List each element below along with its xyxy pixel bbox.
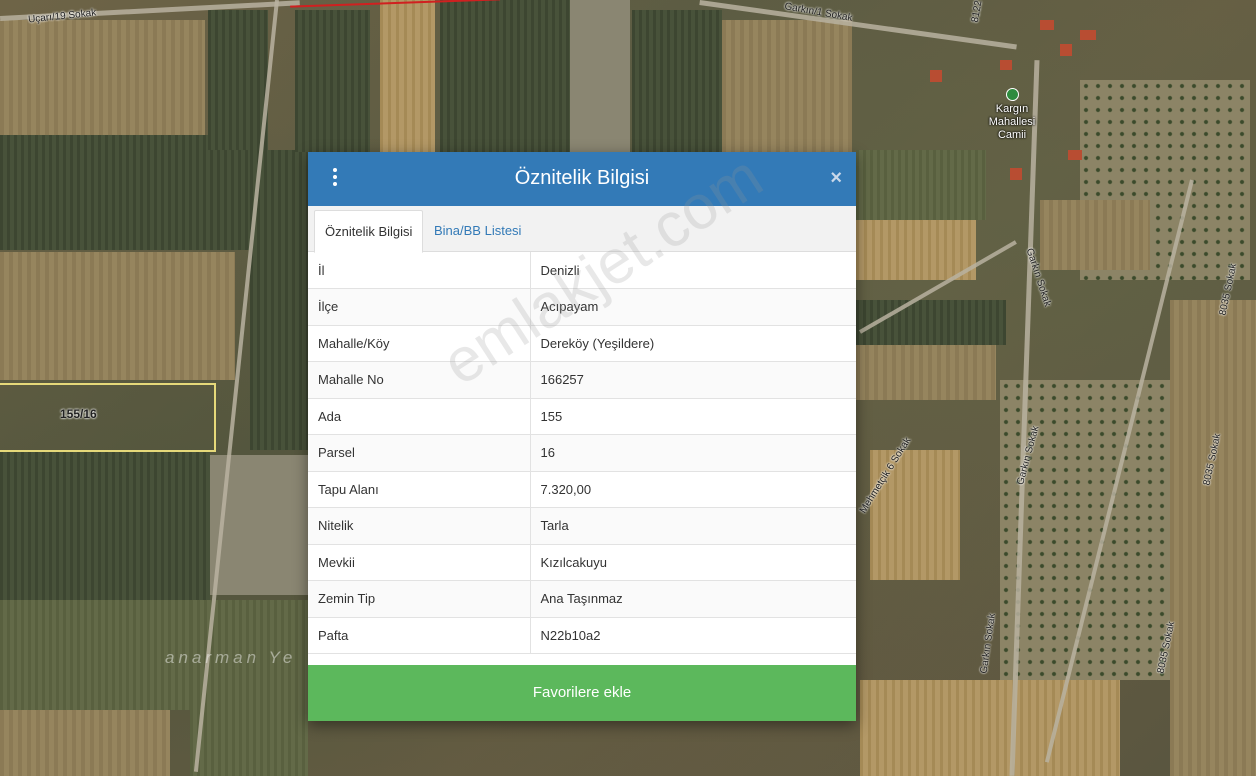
map-field: [380, 0, 435, 152]
close-icon[interactable]: ×: [830, 168, 842, 188]
attribute-value: Ana Taşınmaz: [530, 580, 856, 618]
map-building: [1080, 30, 1096, 40]
area-label: anarman Ye: [165, 648, 297, 667]
map-building: [1060, 44, 1072, 56]
attribute-table: İl Denizli İlçe Acıpayam Mahalle/Köy Dereköy …: [308, 252, 856, 654]
table-row: Mahalle No 166257: [308, 361, 856, 399]
attribute-key: Nitelik: [308, 507, 531, 545]
map-building: [930, 70, 942, 82]
attribute-key: İl: [308, 252, 531, 289]
map-field: [632, 10, 722, 152]
tab-bar: Öznitelik Bilgisi Bina/BB Listesi: [308, 206, 856, 253]
map-field: [856, 220, 976, 280]
attribute-value: 166257: [530, 361, 856, 399]
attribute-value: 155: [530, 398, 856, 435]
attribute-value: Tarla: [530, 507, 856, 545]
map-building: [1010, 168, 1022, 180]
tab-attribute-info[interactable]: Öznitelik Bilgisi: [314, 210, 424, 253]
add-to-favorites-button[interactable]: Favorilere ekle: [308, 665, 856, 721]
street-label: Garkın Sokak: [978, 612, 998, 675]
attribute-key: Mahalle No: [308, 361, 531, 399]
map-field: [0, 252, 235, 380]
map-field: [190, 600, 308, 776]
attribute-key: Zemin Tip: [308, 580, 531, 618]
attribute-value: Dereköy (Yeşildere): [530, 325, 856, 362]
map-field: [1170, 300, 1256, 776]
map-field: [856, 150, 986, 220]
attribute-key: Parsel: [308, 434, 531, 472]
map-field: [722, 20, 852, 152]
table-row: Zemin Tip Ana Taşınmaz: [308, 580, 856, 618]
table-row: Tapu Alanı 7.320,00: [308, 471, 856, 508]
attribute-value: 7.320,00: [530, 471, 856, 508]
map-field: [860, 680, 1120, 776]
map-field: [208, 10, 268, 150]
table-row: Ada 155: [308, 398, 856, 435]
map-field: [0, 600, 190, 710]
map-field: [570, 0, 630, 152]
table-row: İlçe Acıpayam: [308, 288, 856, 326]
attribute-value: Kızılcakuyu: [530, 544, 856, 581]
table-row: Mahalle/Köy Dereköy (Yeşildere): [308, 325, 856, 362]
map-field: [0, 710, 170, 776]
map-field: [250, 150, 308, 450]
dialog-title: Öznitelik Bilgisi: [514, 167, 650, 189]
attribute-info-dialog: Öznitelik Bilgisi × Öznitelik Bilgisi Bi…: [308, 152, 856, 721]
poi-label: Kargın Mahallesi Camii: [988, 103, 1036, 141]
attribute-value: 16: [530, 434, 856, 472]
attribute-key: Mevkii: [308, 544, 531, 581]
map-field: [295, 10, 370, 152]
attribute-key: Pafta: [308, 617, 531, 654]
street-label: 8122: [969, 0, 985, 24]
table-row: Pafta N22b10a2: [308, 617, 856, 654]
table-row: Parsel 16: [308, 434, 856, 472]
map-field: [0, 452, 210, 602]
mosque-poi[interactable]: Kargın Mahallesi Camii: [982, 88, 1042, 142]
attribute-key: Tapu Alanı: [308, 471, 531, 508]
map-field: [440, 0, 570, 152]
selected-parcel[interactable]: [0, 383, 216, 452]
attribute-key: İlçe: [308, 288, 531, 326]
tab-building-list[interactable]: Bina/BB Listesi: [424, 210, 531, 252]
attribute-key: Ada: [308, 398, 531, 435]
map-field: [1040, 200, 1150, 270]
dialog-header: Öznitelik Bilgisi ×: [308, 152, 856, 206]
map-building: [1068, 150, 1082, 160]
parcel-label: 155/16: [60, 407, 97, 421]
table-row: Nitelik Tarla: [308, 507, 856, 545]
attribute-key: Mahalle/Köy: [308, 325, 531, 362]
map-building: [1000, 60, 1012, 70]
attribute-value: Acıpayam: [530, 288, 856, 326]
table-row: Mevkii Kızılcakuyu: [308, 544, 856, 581]
mosque-icon: [1005, 88, 1019, 101]
attribute-value: Denizli: [530, 252, 856, 289]
map-field: [0, 135, 250, 250]
map-building: [1040, 20, 1054, 30]
table-row: İl Denizli: [308, 252, 856, 289]
map-field: [856, 345, 996, 400]
map-field: [0, 20, 205, 135]
attribute-value: N22b10a2: [530, 617, 856, 654]
